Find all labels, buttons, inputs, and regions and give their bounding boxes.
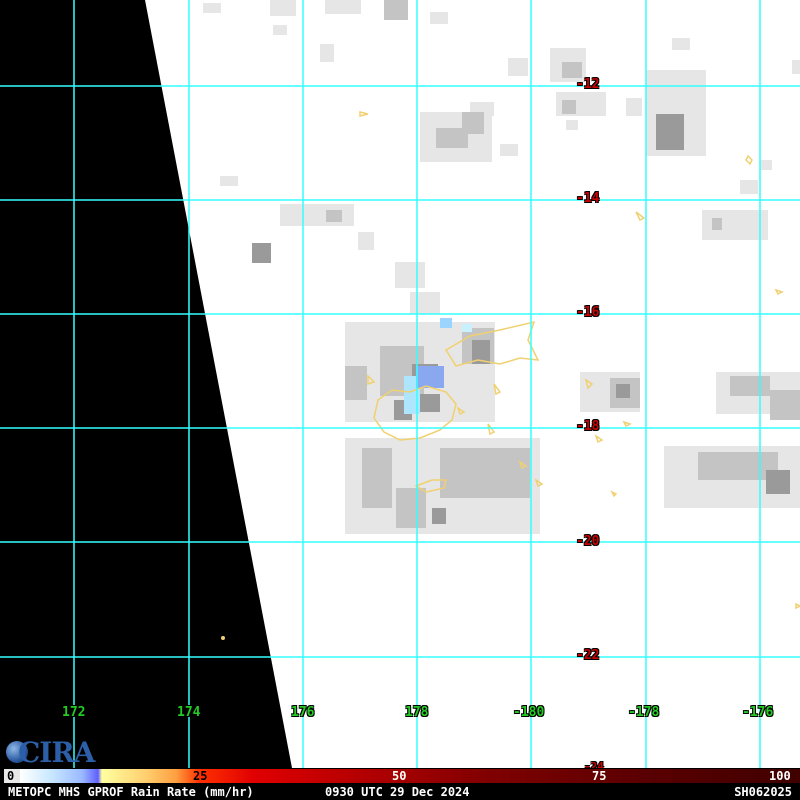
lat-label: -12 <box>576 77 600 92</box>
lon-label: -180 <box>513 705 545 720</box>
colorbar-tick: 25 <box>193 769 208 783</box>
rain-rate-colorbar: 0 25 50 75 100 <box>0 768 800 784</box>
colorbar-tick: 50 <box>392 769 407 783</box>
footer-bar: METOPC MHS GPROF Rain Rate (mm/hr) 0930 … <box>0 784 800 800</box>
lon-label: 176 <box>291 705 315 720</box>
satellite-map: -12 -14 -16 -18 -20 -22 -24 172 174 176 … <box>0 0 800 768</box>
lat-label: -16 <box>576 305 600 320</box>
cira-logo: CIRA <box>4 736 95 768</box>
map-canvas <box>0 0 800 768</box>
lon-label: 178 <box>405 705 429 720</box>
timestamp: 0930 UTC 29 Dec 2024 <box>325 785 470 799</box>
lat-label: -24 <box>584 760 604 768</box>
lat-label: -20 <box>576 534 600 549</box>
lon-label: 172 <box>62 705 86 720</box>
lon-label: -176 <box>742 705 774 720</box>
lon-label: 174 <box>177 705 201 720</box>
product-title: METOPC MHS GPROF Rain Rate (mm/hr) <box>8 785 254 799</box>
no-data-region <box>0 0 292 768</box>
colorbar-gradient <box>20 769 800 783</box>
lat-label: -22 <box>576 648 600 663</box>
lat-label: -18 <box>576 419 600 434</box>
colorbar-tick: 75 <box>592 769 607 783</box>
logo-text: CIRA <box>18 736 95 768</box>
lat-label: -14 <box>576 191 600 206</box>
colorbar-tick: 100 <box>769 769 791 783</box>
lon-label: -178 <box>628 705 660 720</box>
island-dot <box>221 636 225 640</box>
storm-id: SH062025 <box>734 785 792 799</box>
colorbar-tick: 0 <box>7 769 15 783</box>
